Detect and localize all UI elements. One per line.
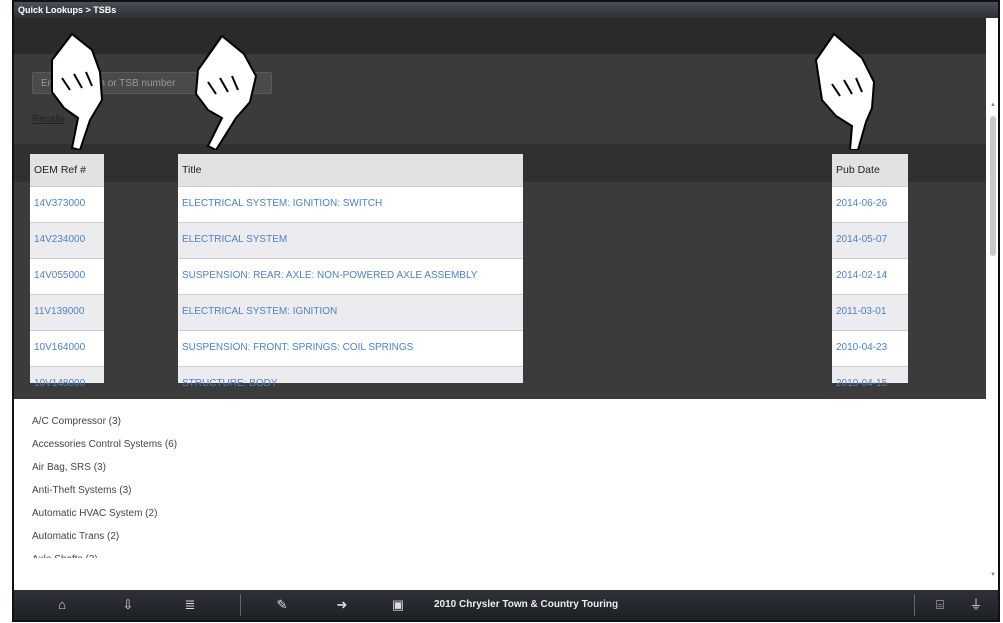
list-item[interactable]: Accessories Control Systems (6) [32,433,982,456]
scanner-icon[interactable]: ⌸ [932,597,948,613]
date-cell[interactable]: 2010-04-15 [832,366,908,389]
ref-cell[interactable]: 14V055000 [30,258,104,294]
folder-icon[interactable]: ▣ [390,597,406,613]
ref-cell[interactable]: 10V148000 [30,366,104,389]
toolbar-divider [240,594,241,616]
pointing-hand-icon [194,34,258,150]
header-oem-ref[interactable]: OEM Ref # [30,154,104,186]
date-cell[interactable]: 2010-04-23 [832,330,908,366]
header-title[interactable]: Title [178,154,523,186]
home-icon[interactable]: ⌂ [54,597,70,613]
bottom-toolbar: ⌂ ⇩ ≣ ✎ ➜ ▣ 2010 Chrysler Town & Country… [14,590,998,620]
list-icon[interactable]: ≣ [182,597,198,613]
toolbar-divider [914,594,915,616]
list-item[interactable]: Axle Shafts (2) [32,548,982,558]
ref-cell[interactable]: 14V234000 [30,222,104,258]
list-item[interactable]: Air Bag, SRS (3) [32,456,982,479]
list-item[interactable]: Automatic Trans (2) [32,525,982,548]
title-cell[interactable]: STRUCTURE: BODY [178,366,523,389]
usb-icon[interactable]: ⏚ [968,597,984,613]
date-cell[interactable]: 2014-05-07 [832,222,908,258]
date-cell[interactable]: 2014-06-26 [832,186,908,222]
app-window: Quick Lookups > TSBs Enter Problem or TS… [12,0,1000,622]
category-list: A/C Compressor (3) Accessories Control S… [32,410,982,558]
forward-icon[interactable]: ➜ [334,597,350,613]
column-title: Title ELECTRICAL SYSTEM: IGNITION: SWITC… [178,154,523,389]
title-cell[interactable]: SUSPENSION: REAR: AXLE: NON-POWERED AXLE… [178,258,523,294]
download-icon[interactable]: ⇩ [120,597,136,613]
pointing-hand-icon [814,32,876,150]
title-cell[interactable]: SUSPENSION: FRONT: SPRINGS: COIL SPRINGS [178,330,523,366]
list-item[interactable]: Anti-Theft Systems (3) [32,479,982,502]
breadcrumb: Quick Lookups > TSBs [14,2,998,18]
list-item[interactable]: A/C Compressor (3) [32,410,982,433]
column-pub-date: Pub Date 2014-06-26 2014-05-07 2014-02-1… [832,154,908,389]
title-cell[interactable]: ELECTRICAL SYSTEM: IGNITION: SWITCH [178,186,523,222]
scroll-up-icon[interactable]: ▲ [990,102,996,108]
date-cell[interactable]: 2011-03-01 [832,294,908,330]
ref-cell[interactable]: 11V139000 [30,294,104,330]
vehicle-label: 2010 Chrysler Town & Country Touring [434,599,619,610]
title-cell[interactable]: ELECTRICAL SYSTEM [178,222,523,258]
scroll-down-icon[interactable]: ▼ [990,572,996,578]
ref-cell[interactable]: 14V373000 [30,186,104,222]
header-pub-date[interactable]: Pub Date [832,154,908,186]
ref-cell[interactable]: 10V164000 [30,330,104,366]
title-cell[interactable]: ELECTRICAL SYSTEM: IGNITION [178,294,523,330]
list-item[interactable]: Automatic HVAC System (2) [32,502,982,525]
date-cell[interactable]: 2014-02-14 [832,258,908,294]
scrollbar-thumb[interactable] [990,116,996,256]
column-oem-ref: OEM Ref # 14V373000 14V234000 14V055000 … [30,154,104,389]
notepad-icon[interactable]: ✎ [274,597,290,613]
pointing-hand-icon [51,32,104,150]
